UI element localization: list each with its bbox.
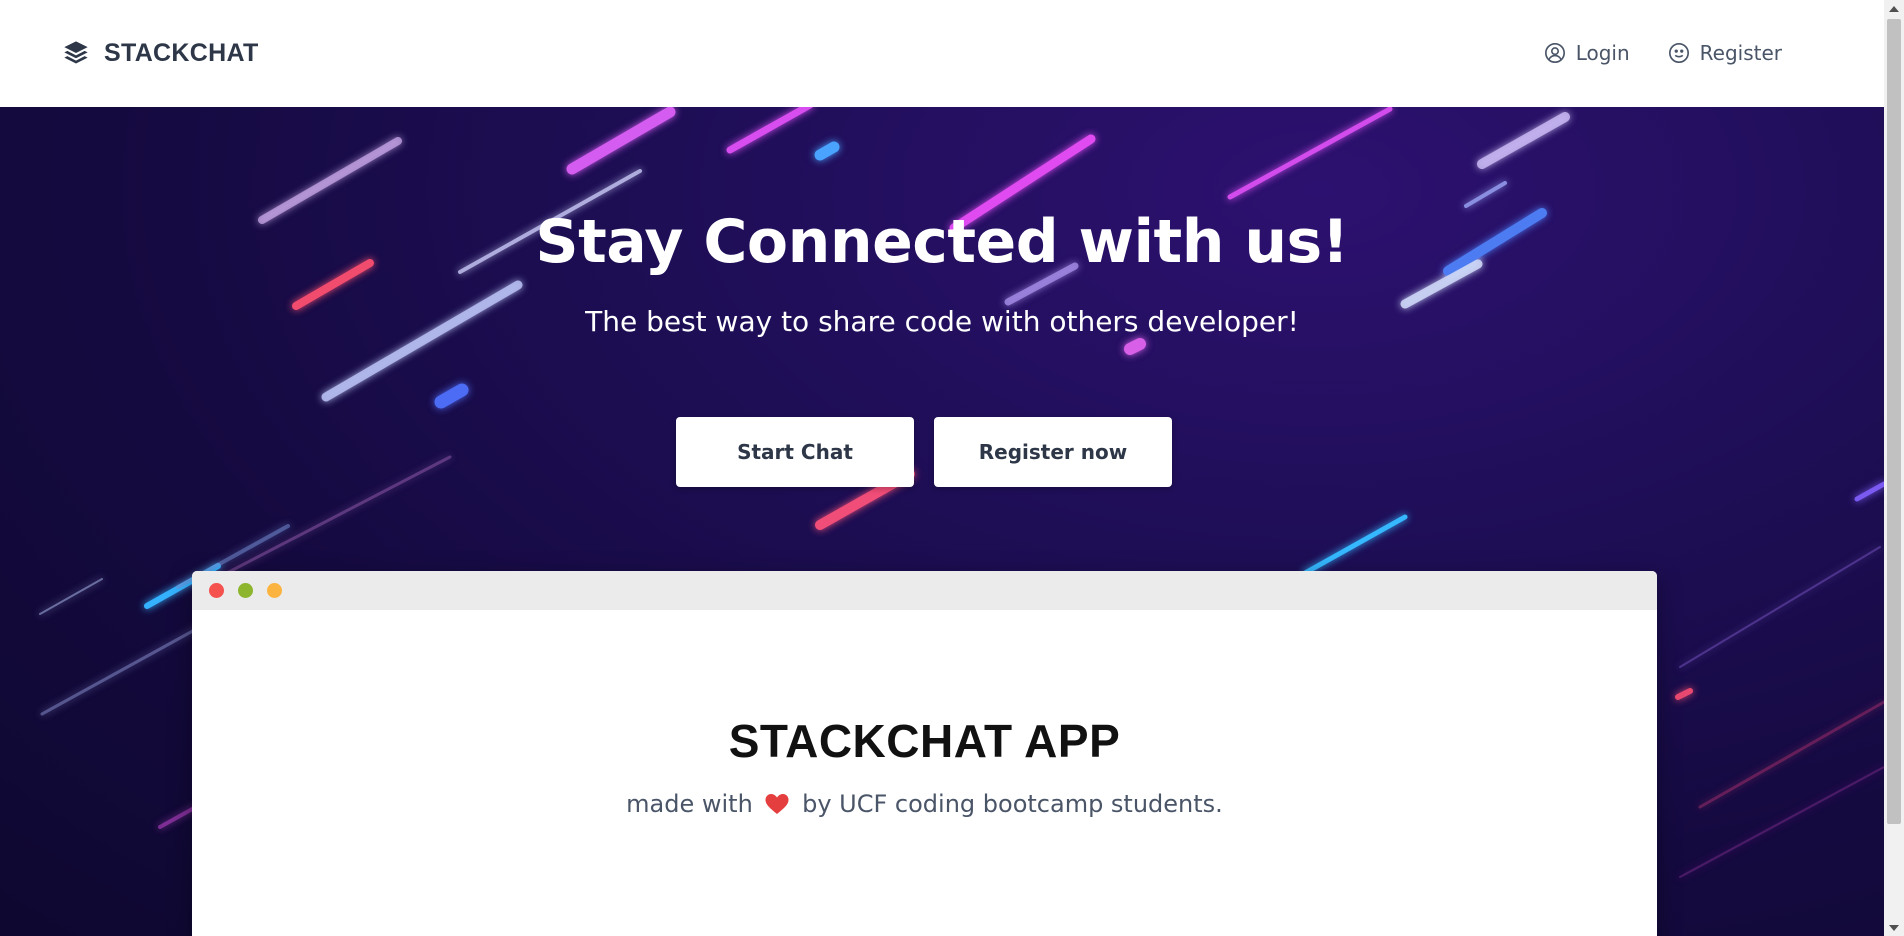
hero-title: Stay Connected with us!	[535, 207, 1349, 277]
page: STACKCHAT Login Register Stay Connected …	[0, 0, 1884, 936]
window-minimize-dot	[238, 583, 253, 598]
hero-subtitle: The best way to share code with others d…	[585, 305, 1299, 338]
app-tagline: made with by UCF coding bootcamp student…	[192, 790, 1657, 818]
nav-register-link[interactable]: Register	[1668, 41, 1782, 65]
nav-login-label: Login	[1575, 41, 1630, 65]
scrollbar-thumb[interactable]	[1887, 19, 1901, 824]
tagline-suffix: by UCF coding bootcamp students.	[802, 790, 1223, 818]
nav-login-link[interactable]: Login	[1544, 41, 1630, 65]
brand-name: STACKCHAT	[104, 38, 259, 67]
navbar: STACKCHAT Login Register	[0, 0, 1884, 107]
scroll-down-arrow-icon[interactable]	[1884, 919, 1904, 936]
brand-link[interactable]: STACKCHAT	[62, 36, 259, 70]
nav-register-label: Register	[1699, 41, 1782, 65]
nav-links: Login Register	[1544, 36, 1782, 70]
register-now-button[interactable]: Register now	[934, 417, 1172, 487]
window-maximize-dot	[267, 583, 282, 598]
app-window-mockup: STACKCHAT APP made with by UCF coding bo…	[192, 571, 1657, 936]
vertical-scrollbar[interactable]	[1884, 0, 1904, 936]
start-chat-button[interactable]: Start Chat	[676, 417, 914, 487]
heart-icon	[765, 794, 789, 814]
app-title: STACKCHAT APP	[728, 715, 1121, 767]
scroll-up-arrow-icon[interactable]	[1884, 0, 1904, 17]
tagline-prefix: made with	[626, 790, 753, 818]
layers-icon	[64, 41, 88, 64]
smile-icon	[1668, 43, 1689, 63]
window-close-dot	[209, 583, 224, 598]
user-circle-icon	[1544, 43, 1565, 63]
window-title-bar	[192, 571, 1657, 610]
